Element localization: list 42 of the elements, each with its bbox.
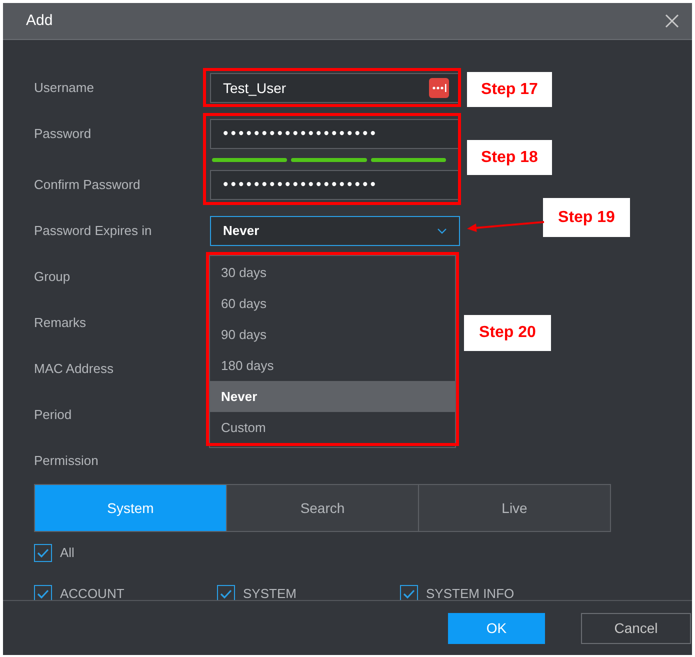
password-field[interactable]: ••••••••••••••••••••: [210, 170, 460, 200]
checkbox-label: ACCOUNT: [60, 585, 124, 600]
chevron-down-icon: [437, 228, 447, 234]
password-field[interactable]: ••••••••••••••••••••: [210, 119, 460, 149]
checkbox-label: SYSTEM INFO: [426, 585, 514, 600]
step-label: Step 19: [543, 198, 630, 237]
step-label: Step 17: [467, 72, 552, 107]
select-field[interactable]: Never: [210, 216, 460, 246]
check-icon: [37, 548, 49, 558]
checkbox-label: SYSTEM: [243, 585, 296, 600]
password-manager-icon[interactable]: [429, 78, 449, 98]
dropdown-option[interactable]: Custom: [210, 412, 455, 443]
window-title: Add: [26, 10, 53, 31]
checkbox[interactable]: [217, 585, 235, 600]
username-field[interactable]: Test_User: [210, 73, 460, 103]
dropdown-option[interactable]: 180 days: [210, 350, 455, 381]
close-icon[interactable]: [665, 14, 679, 28]
dropdown-option[interactable]: 30 days: [210, 257, 455, 288]
dropdown-option[interactable]: 60 days: [210, 288, 455, 319]
section-label: Permission: [34, 452, 98, 470]
tab[interactable]: Search: [226, 485, 418, 531]
dropdown-option[interactable]: 90 days: [210, 319, 455, 350]
tab[interactable]: Live: [418, 485, 610, 531]
field-label: Group: [34, 268, 72, 286]
checkbox-label: All: [60, 544, 74, 562]
check-icon: [220, 589, 232, 599]
field-label: Password: [34, 125, 92, 144]
check-icon: [37, 589, 49, 599]
step-label: Step 20: [464, 315, 551, 351]
field-label: Confirm Password: [34, 176, 142, 194]
checkbox[interactable]: [34, 544, 52, 562]
step-label: Step 18: [467, 140, 552, 175]
dropdown-option[interactable]: Never: [210, 381, 455, 412]
field-label: Remarks: [34, 314, 88, 332]
checkbox[interactable]: [400, 585, 418, 600]
field-label: Password Expires in: [34, 222, 153, 240]
checkbox[interactable]: [34, 585, 52, 600]
field-label: MAC Address: [34, 360, 114, 378]
dialog-button[interactable]: Cancel: [581, 612, 691, 644]
field-label: Username: [34, 79, 95, 98]
field-label: Period: [34, 406, 73, 424]
check-icon: [403, 589, 415, 599]
